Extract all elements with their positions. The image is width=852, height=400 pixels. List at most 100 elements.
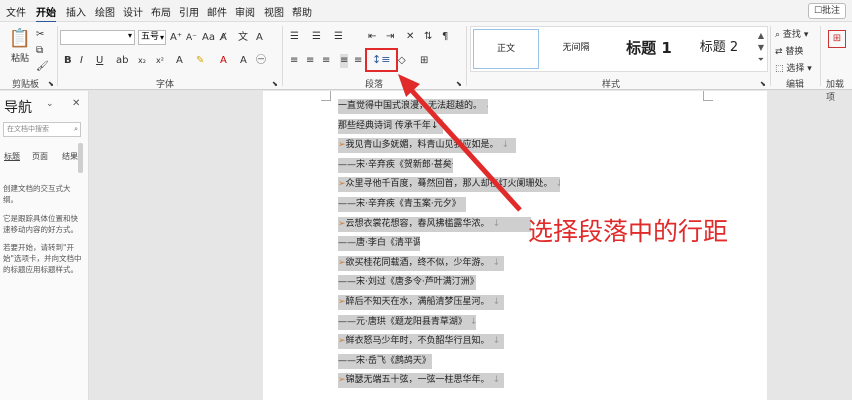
nav-scrollbar[interactable] <box>78 143 83 173</box>
bullet-arrow-icon: ➢ <box>338 257 346 268</box>
grow-font-icon[interactable]: A⁺ <box>170 31 182 45</box>
select-icon: ⬚ <box>775 64 784 74</box>
chinese-layout-icon[interactable]: ✕ <box>406 30 414 44</box>
document-line-text: 锦瑟无端五十弦，一弦一柱思华年。 <box>345 375 490 386</box>
copy-icon[interactable]: ⧉ <box>36 44 43 58</box>
show-marks-icon[interactable]: ¶ <box>442 30 448 44</box>
tab-headings[interactable]: 标题 <box>4 151 20 162</box>
phonetic-icon[interactable]: 文 <box>238 31 248 45</box>
bullet-arrow-icon: ➢ <box>338 218 346 229</box>
close-icon[interactable]: ✕ <box>72 98 80 109</box>
sort-icon[interactable]: ⇅ <box>424 30 432 44</box>
styles-scroll-down-icon[interactable]: ▼ <box>758 43 764 52</box>
menu-view[interactable]: 视图 <box>264 4 284 19</box>
select-button[interactable]: ⬚ 选择 ▾ <box>775 62 812 76</box>
style-heading-1[interactable]: 标题 1 <box>611 29 687 69</box>
menu-home[interactable]: 开始 <box>36 4 56 23</box>
align-center-icon[interactable]: ≡ <box>306 54 314 68</box>
subscript-icon[interactable]: x₂ <box>138 54 146 68</box>
menu-file[interactable]: 文件 <box>6 4 26 19</box>
increase-indent-icon[interactable]: ⇥ <box>386 30 394 44</box>
document-line[interactable]: ——宋·辛弃疾《青玉案·元夕》↓ <box>338 197 466 212</box>
format-painter-icon[interactable]: 🖌 <box>36 60 49 74</box>
menu-review[interactable]: 审阅 <box>235 4 255 19</box>
superscript-icon[interactable]: x² <box>156 54 164 68</box>
paragraph-launcher-icon[interactable]: ⬊ <box>456 77 462 91</box>
style-no-spacing[interactable]: 无间隔 <box>543 29 609 69</box>
decrease-indent-icon[interactable]: ⇤ <box>368 30 376 44</box>
menu-design[interactable]: 设计 <box>123 4 143 19</box>
font-launcher-icon[interactable]: ⬊ <box>272 77 278 91</box>
menu-references[interactable]: 引用 <box>179 4 199 19</box>
clipboard-launcher-icon[interactable]: ⬊ <box>48 77 54 91</box>
text-effects-icon[interactable]: A <box>176 54 183 68</box>
menu-layout[interactable]: 布局 <box>151 4 171 19</box>
borders-icon[interactable]: ⊞ <box>420 54 428 68</box>
styles-scroll-up-icon[interactable]: ▲ <box>758 31 764 40</box>
font-size-select[interactable]: 五号 ▾ <box>138 30 166 45</box>
style-normal[interactable]: 正文 <box>473 29 539 69</box>
tab-results[interactable]: 结果 <box>62 151 78 162</box>
underline-button[interactable]: U <box>96 54 103 68</box>
italic-button[interactable]: I <box>80 54 83 68</box>
distributed-icon[interactable]: ≡ <box>354 54 362 68</box>
paste-icon[interactable]: 📋 <box>8 28 32 50</box>
menu-help[interactable]: 帮助 <box>292 4 312 19</box>
paragraph-mark-icon: ↓ <box>492 297 501 307</box>
document-line[interactable]: 那些经典诗词 传承千年↓↓ <box>338 118 443 134</box>
comment-button[interactable]: ☐批注 <box>808 3 846 19</box>
menu-draw[interactable]: 绘图 <box>95 4 115 19</box>
document-line-text: 我见青山多妩媚，料青山见我应如是。 <box>345 140 499 151</box>
multilevel-list-icon[interactable]: ☰ <box>334 30 343 44</box>
replace-button[interactable]: ⇄ 替换 <box>775 45 803 59</box>
menu-insert[interactable]: 插入 <box>66 4 86 19</box>
document-line[interactable]: ➢鲜衣怒马少年时，不负韶华行且知。 ↓ <box>338 334 504 350</box>
paste-button[interactable]: 粘贴 <box>8 52 32 66</box>
addins-icon[interactable]: ⊞ <box>828 30 846 48</box>
document-line[interactable]: ——宋·刘过《唐多令·芦叶满汀洲》↓ <box>338 275 476 291</box>
document-line[interactable]: 一直觉得中国式浪漫，无法超越的。↓ <box>338 99 488 114</box>
find-button[interactable]: ⌕ 查找 ▾ <box>775 28 808 42</box>
document-line[interactable]: ➢锦瑟无端五十弦，一弦一柱思华年。 ↓ <box>338 373 504 389</box>
tab-pages[interactable]: 页面 <box>32 151 48 162</box>
change-case-icon[interactable]: Aa <box>202 31 215 45</box>
document-line[interactable]: ——宋·岳飞《鹧鸪天》↓ <box>338 353 432 369</box>
char-shading-icon[interactable]: A <box>240 54 247 68</box>
paragraph-mark-icon: ↓ <box>485 101 488 111</box>
align-right-icon[interactable]: ≡ <box>322 54 330 68</box>
font-color-icon[interactable]: A <box>220 54 227 68</box>
shrink-font-icon[interactable]: A⁻ <box>186 31 197 45</box>
highlight-color-icon[interactable]: ✎ <box>196 54 204 68</box>
document-line[interactable]: ➢众里寻他千百度，蓦然回首，那人却在灯火阑珊处。 ↓ <box>338 177 560 193</box>
document-line-text: 众里寻他千百度，蓦然回首，那人却在灯火阑珊处。 <box>345 179 553 190</box>
document-line[interactable]: ——宋·辛弃疾《贺新郎·甚矣吾衰矣》↓ <box>338 157 453 173</box>
align-left-icon[interactable]: ≡ <box>290 54 298 68</box>
strikethrough-icon[interactable]: ab <box>116 54 128 68</box>
enclose-char-icon[interactable]: ㊀ <box>256 54 266 68</box>
styles-launcher-icon[interactable]: ⬊ <box>760 77 766 91</box>
char-border-icon[interactable]: A <box>256 31 263 45</box>
chevron-down-icon[interactable]: ⌄ <box>46 99 54 109</box>
line-spacing-highlight <box>365 48 398 72</box>
menu-mailings[interactable]: 邮件 <box>207 4 227 19</box>
ribbon: 📋 粘贴 ✂ ⧉ 🖌 剪贴板 ⬊ ▾ 五号 ▾ A⁺ A⁻ Aa A̸ 文 A … <box>0 22 852 103</box>
document-line[interactable]: ➢我见青山多妩媚，料青山见我应如是。 ↓ <box>338 138 516 154</box>
shading-icon[interactable]: ◇ <box>398 54 406 68</box>
separator <box>466 26 467 86</box>
nav-search-input[interactable]: 在文档中搜索 ⌕ <box>3 122 81 137</box>
document-line[interactable]: ——元·唐珙《题龙阳县青草湖》 ↓ <box>338 314 476 330</box>
styles-more-icon[interactable]: ⏷ <box>758 55 764 65</box>
bullets-icon[interactable]: ☰ <box>290 30 299 44</box>
document-line[interactable]: ➢醉后不知天在水，满船清梦压星河。 ↓ <box>338 295 504 310</box>
separator <box>57 26 58 86</box>
document-line[interactable]: ——唐·李白《清平调》↓ <box>338 236 420 252</box>
cut-icon[interactable]: ✂ <box>36 28 44 42</box>
numbering-icon[interactable]: ☰ <box>312 30 321 44</box>
document-line[interactable]: ➢云想衣裳花想容，春风拂槛露华浓。 ↓ <box>338 216 531 232</box>
justify-icon[interactable]: ≡ <box>340 54 349 68</box>
font-name-select[interactable]: ▾ <box>60 30 135 45</box>
bold-button[interactable]: B <box>64 54 72 68</box>
style-heading-2[interactable]: 标题 2 <box>689 29 749 69</box>
clear-format-icon[interactable]: A̸ <box>220 31 227 45</box>
document-line[interactable]: ➢欲买桂花同载酒，终不似，少年游。 ↓ <box>338 255 504 271</box>
